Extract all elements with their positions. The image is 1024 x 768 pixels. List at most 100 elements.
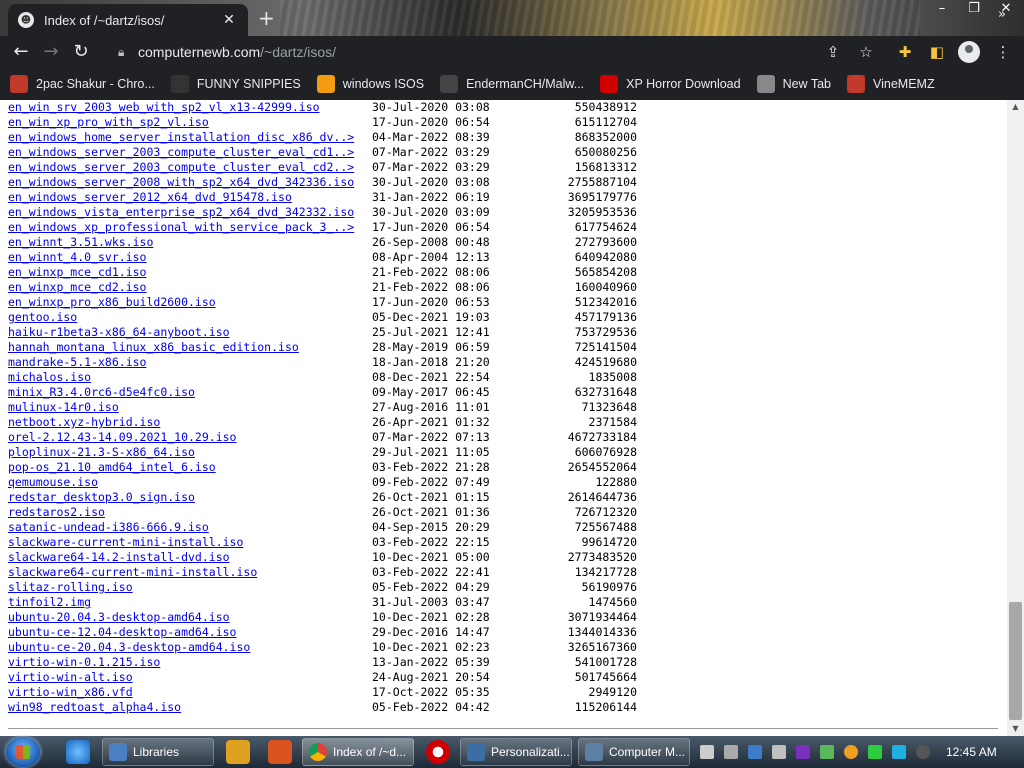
tab-close-icon[interactable]: ✕ [220, 12, 238, 28]
taskbar-clock[interactable]: 12:45 AM [946, 745, 997, 759]
file-link[interactable]: mulinux-14r0.iso [8, 400, 119, 415]
media-player-icon[interactable] [226, 740, 250, 764]
file-link[interactable]: en_winxp_pro_x86_build2600.iso [8, 295, 216, 310]
taskbar-personalization[interactable]: Personalizati... [460, 738, 572, 766]
file-link[interactable]: redstar_desktop3.0_sign.iso [8, 490, 195, 505]
file-link[interactable]: tinfoil2.img [8, 595, 91, 610]
file-link[interactable]: virtio-win-0.1.215.iso [8, 655, 160, 670]
bookmark-item[interactable]: VineMEMZ [847, 75, 935, 93]
restore-icon[interactable]: ❐ [958, 0, 990, 20]
opera-icon[interactable] [426, 740, 450, 764]
close-window-icon[interactable]: ✕ [990, 0, 1022, 20]
bookmark-item[interactable]: New Tab [756, 75, 831, 93]
dropbox-icon[interactable] [748, 745, 762, 759]
file-link[interactable]: michalos.iso [8, 370, 91, 385]
file-date: 31-Jan-2022 06:19 [372, 190, 490, 204]
file-size: 541001728 [574, 655, 637, 669]
file-link[interactable]: win98_redtoast_alpha4.iso [8, 700, 181, 715]
scroll-down-icon[interactable]: ▼ [1007, 722, 1024, 736]
file-link[interactable]: ubuntu-ce-20.04.3-desktop-amd64.iso [8, 640, 250, 655]
file-link[interactable]: en_windows_server_2008_with_sp2_x64_dvd_… [8, 175, 354, 190]
start-button[interactable] [6, 737, 40, 767]
file-size: 632731648 [574, 385, 637, 399]
file-link[interactable]: en_winnt_3.51.wks.iso [8, 235, 153, 250]
file-date: 26-Sep-2008 00:48 [372, 235, 490, 249]
file-link[interactable]: en_windows_xp_professional_with_service_… [8, 220, 354, 235]
file-link[interactable]: en_windows_server_2003_compute_cluster_e… [8, 145, 354, 160]
file-date: 18-Jan-2018 21:20 [372, 355, 490, 369]
file-link[interactable]: orel-2.12.43-14.09.2021_10.29.iso [8, 430, 236, 445]
extensions-icon[interactable]: ✚ [890, 36, 920, 68]
taskbar-computer-management[interactable]: Computer M... [578, 738, 690, 766]
file-link[interactable]: en_windows_home_server_installation_disc… [8, 130, 354, 145]
file-link[interactable]: en_windows_vista_enterprise_sp2_x64_dvd_… [8, 205, 354, 220]
file-date: 26-Oct-2021 01:15 [372, 490, 490, 504]
file-link[interactable]: en_winxp_mce_cd2.iso [8, 280, 146, 295]
minimize-icon[interactable]: – [926, 0, 958, 20]
tray-app-icon[interactable] [772, 745, 786, 759]
new-tab-icon[interactable]: + [258, 6, 275, 30]
side-panel-icon[interactable]: ◧ [922, 36, 952, 68]
file-link[interactable]: en_windows_server_2012_x64_dvd_915478.is… [8, 190, 292, 205]
file-link[interactable]: minix_R3.4.0rc6-d5e4fc0.iso [8, 385, 195, 400]
taskbar-libraries[interactable]: Libraries [102, 738, 214, 766]
reload-icon[interactable]: ↻ [66, 37, 96, 67]
tray-app-icon[interactable] [700, 745, 714, 759]
browser-tab[interactable]: ☻ Index of /~dartz/isos/ ✕ [8, 4, 248, 36]
file-link[interactable]: ubuntu-ce-12.04-desktop-amd64.iso [8, 625, 236, 640]
volume-icon[interactable] [916, 745, 930, 759]
scroll-thumb[interactable] [1009, 602, 1022, 720]
menu-icon[interactable]: ⋮ [988, 36, 1018, 68]
file-link[interactable]: mandrake-5.1-x86.iso [8, 355, 146, 370]
file-link[interactable]: en_win_xp_pro_with_sp2_vl.iso [8, 115, 209, 130]
file-date: 04-Sep-2015 20:29 [372, 520, 490, 534]
file-link[interactable]: satanic-undead-i386-666.9.iso [8, 520, 209, 535]
onenote-icon[interactable] [796, 745, 810, 759]
file-link[interactable]: gentoo.iso [8, 310, 77, 325]
bookmark-item[interactable]: 2pac Shakur - Chro... [10, 75, 155, 93]
file-link[interactable]: virtio-win-alt.iso [8, 670, 133, 685]
file-link[interactable]: slackware-current-mini-install.iso [8, 535, 243, 550]
file-link[interactable]: pop-os_21.10_amd64_intel_6.iso [8, 460, 216, 475]
address-bar[interactable]: 🔒︎ computernewb.com/~dartz/isos/ [110, 37, 886, 67]
display-icon[interactable] [892, 745, 906, 759]
tray-app-icon[interactable] [724, 745, 738, 759]
paint-icon[interactable] [268, 740, 292, 764]
file-link[interactable]: en_win_srv_2003_web_with_sp2_vl_x13-4299… [8, 100, 320, 115]
bookmarks-bar: 2pac Shakur - Chro... FUNNY SNIPPIES windo… [0, 68, 1024, 100]
file-date: 09-Feb-2022 07:49 [372, 475, 490, 489]
file-link[interactable]: en_winnt_4.0_svr.iso [8, 250, 146, 265]
search-icon[interactable] [844, 745, 858, 759]
bookmark-item[interactable]: FUNNY SNIPPIES [170, 75, 301, 93]
file-link[interactable]: redstaros2.iso [8, 505, 105, 520]
bookmark-star-icon[interactable]: ☆ [851, 36, 881, 68]
internet-explorer-icon[interactable] [66, 740, 90, 764]
page-content: en_win_srv_2003_web_with_sp2_vl_x13-4299… [0, 100, 1007, 736]
file-link[interactable]: slitaz-rolling.iso [8, 580, 133, 595]
tray-app-icon[interactable] [820, 745, 834, 759]
vertical-scrollbar[interactable]: ▲ ▼ [1007, 100, 1024, 736]
tray-app-icon[interactable] [868, 745, 882, 759]
taskbar-chrome[interactable]: Index of /~d... [302, 738, 414, 766]
file-link[interactable]: hannah_montana_linux_x86_basic_edition.i… [8, 340, 299, 355]
file-link[interactable]: virtio-win_x86.vfd [8, 685, 133, 700]
file-link[interactable]: netboot.xyz-hybrid.iso [8, 415, 160, 430]
file-link[interactable]: ubuntu-20.04.3-desktop-amd64.iso [8, 610, 230, 625]
back-icon[interactable]: ← [6, 37, 36, 67]
bookmark-item[interactable]: EndermanCH/Malw... [440, 75, 584, 93]
lock-icon[interactable]: 🔒︎ [118, 45, 138, 60]
file-link[interactable]: slackware64-current-mini-install.iso [8, 565, 257, 580]
file-link[interactable]: en_windows_server_2003_compute_cluster_e… [8, 160, 354, 175]
file-link[interactable]: qemumouse.iso [8, 475, 98, 490]
bookmark-item[interactable]: XP Horror Download [600, 75, 741, 93]
share-icon[interactable]: ⇪ [818, 36, 848, 68]
file-link[interactable]: en_winxp_mce_cd1.iso [8, 265, 146, 280]
file-link[interactable]: ploplinux-21.3-S-x86_64.iso [8, 445, 195, 460]
scroll-up-icon[interactable]: ▲ [1007, 100, 1024, 114]
file-link[interactable]: haiku-r1beta3-x86_64-anyboot.iso [8, 325, 230, 340]
forward-icon[interactable]: → [36, 37, 66, 67]
bookmarks-overflow-icon[interactable]: » [998, 7, 1006, 22]
profile-avatar[interactable] [958, 41, 980, 63]
bookmark-item[interactable]: windows ISOS [316, 75, 424, 93]
file-link[interactable]: slackware64-14.2-install-dvd.iso [8, 550, 230, 565]
